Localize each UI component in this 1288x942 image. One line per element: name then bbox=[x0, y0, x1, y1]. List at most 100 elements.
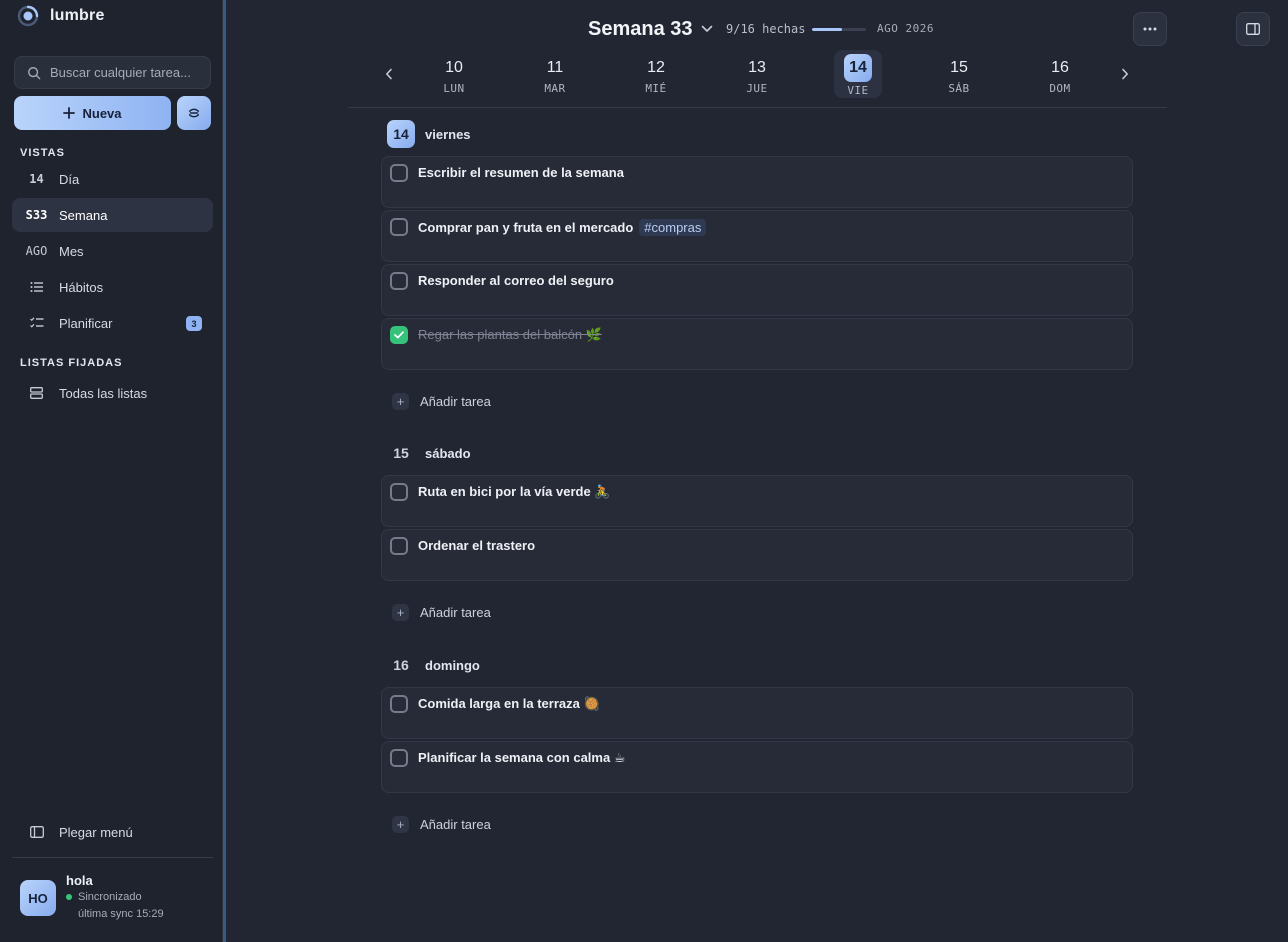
sync-status: Sincronizado bbox=[66, 891, 142, 903]
toggle-panel-button[interactable] bbox=[1236, 12, 1270, 46]
task-title-text: Comida larga en la terraza 🥘 bbox=[418, 696, 600, 711]
brand[interactable]: lumbre bbox=[16, 4, 105, 28]
day-header-name: domingo bbox=[425, 657, 480, 673]
list-icon bbox=[26, 281, 47, 293]
day-of-week: DOM bbox=[1049, 82, 1071, 95]
search-input[interactable] bbox=[50, 65, 200, 80]
search-icon bbox=[28, 66, 41, 79]
plus-icon: + bbox=[392, 815, 409, 833]
nav-item-month[interactable]: AGO Mes bbox=[12, 234, 213, 268]
task-title: Regar las plantas del balcón 🌿 bbox=[418, 327, 602, 343]
plus-icon bbox=[63, 107, 76, 119]
task-title-text: Ordenar el trastero bbox=[418, 538, 536, 553]
task-checkbox[interactable] bbox=[390, 272, 408, 290]
week-day-wed[interactable]: 12 MIÉ bbox=[632, 50, 680, 98]
task-card[interactable]: Ordenar el trastero bbox=[381, 529, 1133, 581]
nav-item-day[interactable]: 14 Día bbox=[12, 162, 213, 196]
pinned-section-label: LISTAS FIJADAS bbox=[20, 357, 123, 369]
add-task-label: Añadir tarea bbox=[420, 604, 491, 620]
week-day-mon[interactable]: 10 LUN bbox=[430, 50, 478, 98]
task-card[interactable]: Ruta en bici por la vía verde 🚴 bbox=[381, 475, 1133, 527]
collapse-menu-button[interactable]: Plegar menú bbox=[12, 815, 213, 849]
task-checkbox[interactable] bbox=[390, 695, 408, 713]
day-header-name: viernes bbox=[425, 126, 471, 142]
week-day-sat[interactable]: 15 SÁB bbox=[935, 50, 983, 98]
task-title: Escribir el resumen de la semana bbox=[418, 165, 624, 180]
add-task-button[interactable]: + Añadir tarea bbox=[392, 815, 491, 833]
day-header-number: 16 bbox=[393, 657, 409, 673]
add-task-button[interactable]: + Añadir tarea bbox=[392, 392, 491, 410]
nav-item-habits[interactable]: Hábitos bbox=[12, 270, 213, 304]
task-title: Ordenar el trastero bbox=[418, 538, 535, 553]
nav-item-label: Hábitos bbox=[59, 279, 104, 295]
task-tag[interactable]: #compras bbox=[639, 219, 707, 236]
add-task-button[interactable]: + Añadir tarea bbox=[392, 603, 491, 621]
week-view-icon: S33 bbox=[25, 208, 48, 222]
nav-item-all-lists[interactable]: Todas las listas bbox=[12, 376, 213, 410]
sidebar-divider bbox=[12, 857, 213, 858]
day-number: 11 bbox=[546, 59, 564, 76]
nav-item-label: Todas las listas bbox=[59, 385, 148, 401]
plus-icon: + bbox=[392, 392, 409, 410]
last-sync-time: última sync 15:29 bbox=[78, 908, 164, 920]
nav-item-week[interactable]: S33 Semana bbox=[12, 198, 213, 232]
day-of-week: VIE bbox=[847, 84, 869, 97]
user-name: hola bbox=[66, 873, 93, 888]
collapse-menu-label: Plegar menú bbox=[59, 824, 133, 840]
day-number: 12 bbox=[647, 59, 665, 76]
sidebar-resize-handle[interactable] bbox=[223, 0, 226, 942]
task-card[interactable]: Comprar pan y fruta en el mercado #compr… bbox=[381, 210, 1133, 262]
new-task-label: Nueva bbox=[82, 105, 122, 121]
task-checkbox[interactable] bbox=[390, 537, 408, 555]
new-task-button[interactable]: Nueva bbox=[14, 96, 171, 130]
task-checkbox[interactable] bbox=[390, 483, 408, 501]
sidebar-toggle-icon bbox=[26, 826, 47, 838]
chevron-right-icon bbox=[1122, 68, 1128, 80]
stack-icon bbox=[26, 387, 47, 399]
day-header-friday: 14 viernes bbox=[387, 120, 471, 148]
progress-text: 9/16 hechas bbox=[726, 22, 806, 36]
lumbre-logo-icon bbox=[17, 5, 39, 27]
day-header-number: 14 bbox=[387, 120, 415, 148]
week-day-thu[interactable]: 13 JUE bbox=[733, 50, 781, 98]
week-selector[interactable]: Semana 33 bbox=[588, 16, 713, 42]
add-task-label: Añadir tarea bbox=[420, 816, 491, 832]
avatar[interactable]: HO bbox=[20, 880, 56, 916]
task-title-text: Escribir el resumen de la semana bbox=[418, 165, 624, 180]
more-options-button[interactable] bbox=[1133, 12, 1167, 46]
task-checkbox[interactable] bbox=[390, 218, 408, 236]
task-title-text: Regar las plantas del balcón 🌿 bbox=[418, 327, 602, 342]
plan-count-badge: 3 bbox=[186, 316, 202, 331]
day-of-week: MIÉ bbox=[645, 82, 667, 95]
task-title: Ruta en bici por la vía verde 🚴 bbox=[418, 484, 610, 500]
task-card[interactable]: Responder al correo del seguro bbox=[381, 264, 1133, 316]
task-title: Planificar la semana con calma ☕ bbox=[418, 750, 625, 766]
task-card[interactable]: Comida larga en la terraza 🥘 bbox=[381, 687, 1133, 739]
search-box[interactable] bbox=[14, 56, 211, 89]
task-card[interactable]: Regar las plantas del balcón 🌿 bbox=[381, 318, 1133, 370]
week-day-sun[interactable]: 16 DOM bbox=[1036, 50, 1084, 98]
nav-item-label: Planificar bbox=[59, 315, 113, 331]
check-icon bbox=[394, 331, 404, 339]
week-day-fri[interactable]: 14 VIE bbox=[834, 50, 882, 98]
task-checkbox[interactable] bbox=[390, 749, 408, 767]
day-number: 14 bbox=[844, 54, 872, 82]
quick-capture-button[interactable] bbox=[177, 96, 211, 130]
nav-item-label: Mes bbox=[59, 243, 84, 259]
previous-week-button[interactable] bbox=[381, 66, 397, 82]
day-number: 16 bbox=[1051, 59, 1069, 76]
month-view-icon: AGO bbox=[25, 244, 48, 258]
task-card[interactable]: Planificar la semana con calma ☕ bbox=[381, 741, 1133, 793]
views-section-label: VISTAS bbox=[20, 147, 65, 159]
task-card[interactable]: Escribir el resumen de la semana bbox=[381, 156, 1133, 208]
day-of-week: JUE bbox=[746, 82, 768, 95]
nav-item-plan[interactable]: Planificar 3 bbox=[12, 306, 213, 340]
next-week-button[interactable] bbox=[1117, 66, 1133, 82]
task-checkbox[interactable] bbox=[390, 164, 408, 182]
task-title: Comida larga en la terraza 🥘 bbox=[418, 696, 600, 712]
task-checkbox-checked[interactable] bbox=[390, 326, 408, 344]
task-title-text: Planificar la semana con calma ☕ bbox=[418, 750, 626, 765]
task-title-text: Comprar pan y fruta en el mercado bbox=[418, 220, 634, 235]
day-header-saturday: 15 sábado bbox=[387, 439, 470, 467]
week-day-tue[interactable]: 11 MAR bbox=[531, 50, 579, 98]
